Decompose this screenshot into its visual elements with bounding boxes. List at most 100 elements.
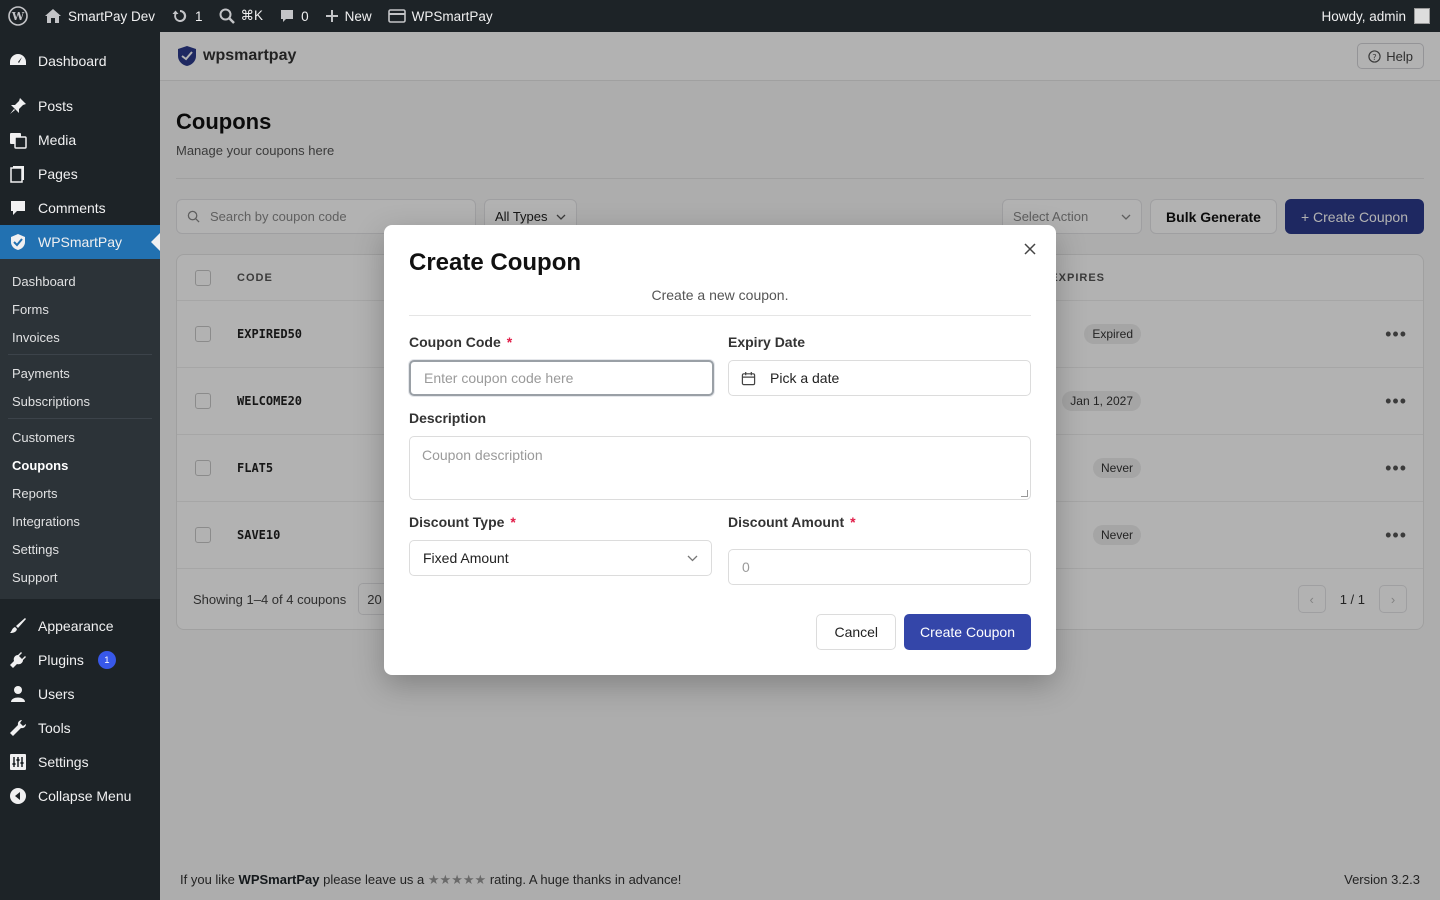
- submenu-payments[interactable]: Payments: [0, 359, 160, 387]
- submenu-subscriptions[interactable]: Subscriptions: [0, 387, 160, 415]
- refresh-icon: [172, 9, 187, 22]
- comments-count: 0: [301, 8, 309, 24]
- sidebar-item-dashboard[interactable]: Dashboard: [0, 44, 160, 78]
- discount-amount-input[interactable]: 0: [728, 549, 1031, 585]
- collapse-icon: [8, 786, 28, 806]
- new-content-link[interactable]: New: [317, 0, 380, 32]
- label-text: Coupon Code: [409, 334, 501, 350]
- media-icon: [8, 130, 28, 150]
- description-textarea[interactable]: Coupon description: [409, 436, 1031, 500]
- wordpress-logo[interactable]: W: [0, 0, 36, 32]
- wpsmartpay-submenu: Dashboard Forms Invoices Payments Subscr…: [0, 259, 160, 599]
- expiry-placeholder: Pick a date: [770, 370, 840, 386]
- dialog-divider: [409, 315, 1031, 316]
- submenu-coupons[interactable]: Coupons: [0, 451, 160, 479]
- howdy-text: Howdy, admin: [1321, 8, 1406, 24]
- sidebar-label: WPSmartPay: [38, 234, 123, 250]
- coupon-code-input[interactable]: Enter coupon code here: [409, 360, 714, 396]
- home-icon: [45, 9, 61, 23]
- required-mark: *: [850, 514, 856, 530]
- dashboard-icon: [8, 51, 28, 71]
- sidebar-item-pages[interactable]: Pages: [0, 157, 160, 191]
- sidebar-label: Appearance: [38, 618, 114, 634]
- submenu-reports[interactable]: Reports: [0, 479, 160, 507]
- submenu-divider: [8, 354, 152, 355]
- wrench-icon: [8, 718, 28, 738]
- sidebar-item-comments[interactable]: Comments: [0, 191, 160, 225]
- svg-text:W: W: [11, 10, 25, 23]
- calendar-icon: [741, 371, 756, 385]
- shield-icon: [8, 232, 28, 252]
- sidebar-item-settings[interactable]: Settings: [0, 745, 160, 779]
- create-coupon-submit-button[interactable]: Create Coupon: [904, 614, 1031, 650]
- sidebar-label: Users: [38, 686, 75, 702]
- submenu-support[interactable]: Support: [0, 563, 160, 591]
- required-mark: *: [510, 514, 516, 530]
- coupon-code-label: Coupon Code *: [409, 334, 714, 356]
- sidebar-item-media[interactable]: Media: [0, 123, 160, 157]
- search-shortcut-label: ⌘K: [240, 8, 264, 23]
- description-group: Description Coupon description: [409, 410, 1031, 500]
- plugin-label: WPSmartPay: [411, 8, 493, 24]
- dialog-title: Create Coupon: [409, 249, 582, 276]
- discount-type-value: Fixed Amount: [423, 550, 509, 566]
- sidebar-item-plugins[interactable]: Plugins 1: [0, 643, 160, 677]
- sidebar-label: Media: [38, 132, 77, 148]
- sliders-icon: [8, 752, 28, 772]
- admin-sidebar: Dashboard Posts Media Pages Comments WPS…: [0, 32, 160, 900]
- collapse-menu-button[interactable]: Collapse Menu: [0, 779, 160, 813]
- sidebar-label: Pages: [38, 166, 78, 182]
- sidebar-label: Plugins: [38, 652, 84, 668]
- brush-icon: [8, 616, 28, 636]
- search-shortcut[interactable]: ⌘K: [211, 0, 272, 32]
- wpsmartpay-link[interactable]: WPSmartPay: [380, 0, 501, 32]
- account-menu[interactable]: Howdy, admin: [1321, 8, 1440, 24]
- discount-amount-label: Discount Amount *: [728, 514, 1031, 536]
- pages-icon: [8, 164, 28, 184]
- cancel-button[interactable]: Cancel: [816, 614, 897, 650]
- required-mark: *: [506, 334, 513, 350]
- label-text: Discount Type: [409, 514, 505, 530]
- create-coupon-dialog: Create Coupon Create a new coupon. Coupo…: [384, 225, 1056, 675]
- close-icon[interactable]: [1020, 239, 1040, 259]
- comment-bubble-icon: [8, 198, 28, 218]
- sidebar-item-users[interactable]: Users: [0, 677, 160, 711]
- expiry-date-picker[interactable]: Pick a date: [728, 360, 1031, 396]
- sidebar-item-posts[interactable]: Posts: [0, 89, 160, 123]
- submenu-invoices[interactable]: Invoices: [0, 323, 160, 351]
- expiry-date-group: Expiry Date Pick a date: [728, 334, 1031, 396]
- discount-type-select[interactable]: Fixed Amount: [409, 540, 712, 576]
- sidebar-label: Collapse Menu: [38, 788, 132, 804]
- sidebar-item-tools[interactable]: Tools: [0, 711, 160, 745]
- plus-icon: [325, 10, 338, 22]
- updates-link[interactable]: 1: [163, 0, 211, 32]
- dialog-actions: Cancel Create Coupon: [816, 614, 1031, 650]
- updates-count: 1: [195, 8, 203, 24]
- card-icon: [387, 9, 406, 23]
- comment-icon: [281, 10, 294, 22]
- plug-icon: [8, 650, 28, 670]
- expiry-date-label: Expiry Date: [728, 334, 806, 350]
- submenu-customers[interactable]: Customers: [0, 423, 160, 451]
- pin-icon: [8, 96, 28, 116]
- dialog-subtitle: Create a new coupon.: [651, 287, 789, 303]
- sidebar-label: Settings: [38, 754, 89, 770]
- discount-type-group: Discount Type * Fixed Amount: [409, 514, 712, 585]
- sidebar-item-wpsmartpay[interactable]: WPSmartPay: [0, 225, 160, 259]
- site-name-link[interactable]: SmartPay Dev: [36, 0, 163, 32]
- submenu-divider: [8, 418, 152, 419]
- wordpress-icon: W: [8, 6, 28, 26]
- submenu-integrations[interactable]: Integrations: [0, 507, 160, 535]
- sidebar-item-appearance[interactable]: Appearance: [0, 609, 160, 643]
- code-expiry-row: Coupon Code * Enter coupon code here Expi…: [409, 334, 1031, 396]
- chevron-down-icon: [687, 555, 698, 561]
- sidebar-label: Tools: [38, 720, 71, 736]
- user-icon: [8, 684, 28, 704]
- site-name: SmartPay Dev: [68, 8, 156, 24]
- submenu-dashboard[interactable]: Dashboard: [0, 267, 160, 295]
- discount-amount-group: Discount Amount * 0: [728, 514, 1031, 585]
- submenu-settings[interactable]: Settings: [0, 535, 160, 563]
- discount-row: Discount Type * Fixed Amount Discount Amo…: [409, 514, 1031, 585]
- comments-link[interactable]: 0: [271, 0, 317, 32]
- submenu-forms[interactable]: Forms: [0, 295, 160, 323]
